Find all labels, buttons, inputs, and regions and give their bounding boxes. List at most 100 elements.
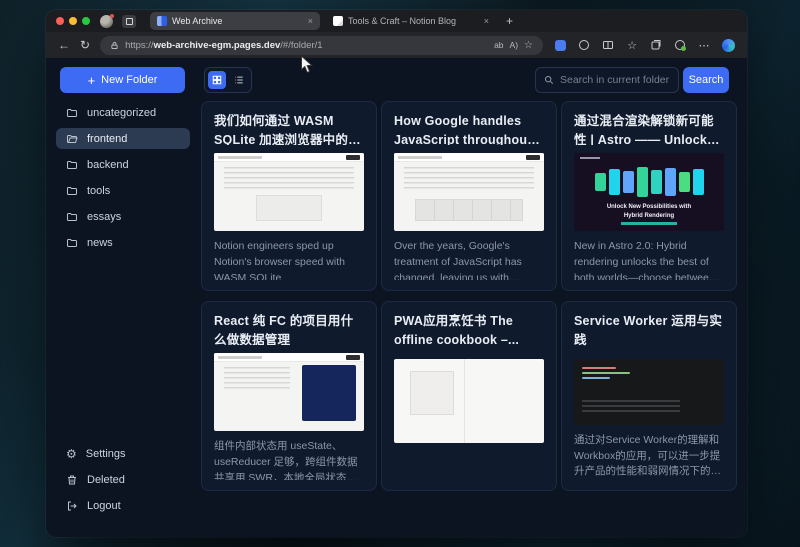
sidebar-item-tools[interactable]: tools — [56, 180, 190, 201]
card-thumbnail — [214, 153, 364, 231]
reload-icon[interactable]: ↻ — [80, 39, 90, 51]
lock-icon — [110, 41, 119, 50]
pinned-extension-icon[interactable] — [553, 38, 567, 52]
browser-toolbar: ← ↻ https://web-archive-egm.pages.dev/#/… — [46, 32, 747, 58]
article-card[interactable]: How Google handles JavaScript throughout… — [381, 101, 557, 291]
folder-label: tools — [87, 185, 110, 197]
back-icon[interactable]: ← — [58, 39, 70, 51]
card-title: React 纯 FC 的项目用什么做数据管理 — [214, 312, 364, 345]
url-text: https://web-archive-egm.pages.dev/#/fold… — [125, 40, 488, 51]
folder-label: backend — [87, 159, 129, 171]
card-description: New in Astro 2.0: Hybrid rendering unloc… — [574, 239, 724, 280]
close-window-button[interactable] — [56, 17, 64, 25]
card-thumbnail — [394, 359, 544, 443]
article-card[interactable]: React 纯 FC 的项目用什么做数据管理 组件内部状态用 useState、… — [201, 301, 377, 491]
close-tab-icon[interactable]: × — [308, 17, 313, 26]
sidebar-item-frontend[interactable]: frontend — [56, 128, 190, 149]
new-folder-button[interactable]: + New Folder — [60, 67, 185, 93]
favorites-icon[interactable]: ☆ — [625, 38, 639, 52]
collections-icon[interactable] — [649, 38, 663, 52]
search-input[interactable] — [560, 74, 670, 86]
add-favorite-icon[interactable]: ☆ — [524, 40, 533, 51]
card-description: 通过对Service Worker的理解和Workbox的应用，可以进一步提升产… — [574, 433, 724, 480]
list-icon — [234, 75, 244, 85]
card-thumbnail — [394, 153, 544, 231]
profile-avatar[interactable] — [100, 15, 113, 28]
list-view-button[interactable] — [230, 71, 248, 89]
browser-essentials-icon[interactable] — [673, 38, 687, 52]
article-card[interactable]: Service Worker 运用与实践 通过对Service Worker的理… — [561, 301, 737, 491]
new-folder-label: New Folder — [101, 74, 157, 86]
web-archive-app: + New Folder Search — [46, 58, 747, 537]
article-card[interactable]: 通过混合渲染解锁新可能性 | Astro —— Unlock New... — [561, 101, 737, 291]
plus-icon: + — [88, 74, 96, 87]
traffic-lights — [56, 17, 90, 25]
card-title: 通过混合渲染解锁新可能性 | Astro —— Unlock New... — [574, 112, 724, 145]
card-thumbnail — [214, 353, 364, 431]
tab-title: Web Archive — [172, 16, 303, 26]
card-grid: 我们如何通过 WASM SQLite 加速浏览器中的 Notion ——... … — [196, 100, 747, 537]
grid-icon — [212, 75, 222, 85]
footer-label: Logout — [87, 500, 121, 512]
folder-icon — [66, 185, 78, 197]
search-box — [535, 67, 679, 93]
logout-icon — [66, 500, 78, 512]
card-thumbnail: Unlock New Possibilities with Hybrid Ren… — [574, 153, 724, 231]
folder-list: uncategorized frontend backend tools — [56, 102, 190, 258]
sidebar-item-uncategorized[interactable]: uncategorized — [56, 102, 190, 123]
url-path: /#/folder/1 — [280, 40, 322, 51]
workspaces-icon[interactable] — [122, 15, 136, 28]
thumbnail-caption: Unlock New Possibilities with Hybrid Ren… — [604, 203, 694, 220]
folder-icon — [66, 107, 78, 119]
address-bar[interactable]: https://web-archive-egm.pages.dev/#/fold… — [100, 36, 543, 55]
translate-icon[interactable]: ab — [494, 40, 503, 50]
card-title: PWA应用烹饪书 The offline cookbook –... — [394, 312, 544, 351]
browser-window: Web Archive × Tools & Craft – Notion Blo… — [46, 10, 747, 537]
tab-web-archive[interactable]: Web Archive × — [150, 12, 320, 30]
folder-label: news — [87, 237, 113, 249]
open-folder-icon — [66, 133, 78, 145]
close-tab-icon[interactable]: × — [484, 17, 489, 26]
card-title: 我们如何通过 WASM SQLite 加速浏览器中的 Notion ——... — [214, 112, 364, 145]
search-icon — [544, 75, 554, 85]
gear-icon: ⚙ — [66, 448, 77, 460]
card-title: Service Worker 运用与实践 — [574, 312, 724, 351]
view-toggle-group — [204, 67, 252, 93]
url-scheme: https:// — [125, 40, 154, 51]
new-tab-button[interactable]: + — [502, 14, 517, 28]
card-title: How Google handles JavaScript throughout… — [394, 112, 544, 145]
search-button[interactable]: Search — [683, 67, 729, 93]
folder-label: essays — [87, 211, 121, 223]
trash-icon — [66, 474, 78, 486]
url-domain: web-archive-egm.pages.dev — [154, 40, 281, 51]
grid-view-button[interactable] — [208, 71, 226, 89]
folder-icon — [66, 159, 78, 171]
copilot-icon[interactable] — [721, 38, 735, 52]
app-header: + New Folder Search — [46, 58, 747, 100]
performance-icon[interactable] — [577, 38, 591, 52]
thumbnail-link-bar — [621, 222, 677, 225]
footer-label: Deleted — [87, 474, 125, 486]
zoom-window-button[interactable] — [82, 17, 90, 25]
folder-icon — [66, 211, 78, 223]
tab-notion-blog[interactable]: Tools & Craft – Notion Blog × — [326, 12, 496, 30]
sidebar-item-deleted[interactable]: Deleted — [56, 469, 190, 490]
read-aloud-icon[interactable]: A) — [510, 40, 519, 50]
sidebar-item-news[interactable]: news — [56, 232, 190, 253]
folder-label: uncategorized — [87, 107, 156, 119]
minimize-window-button[interactable] — [69, 17, 77, 25]
folder-icon — [66, 237, 78, 249]
sidebar-footer: ⚙ Settings Deleted Logout — [56, 443, 190, 521]
sidebar-item-logout[interactable]: Logout — [56, 495, 190, 516]
article-card[interactable]: PWA应用烹饪书 The offline cookbook –... — [381, 301, 557, 491]
sidebar-item-settings[interactable]: ⚙ Settings — [56, 443, 190, 464]
sidebar-item-essays[interactable]: essays — [56, 206, 190, 227]
notion-favicon — [333, 16, 343, 26]
split-screen-icon[interactable] — [601, 38, 615, 52]
sidebar-item-backend[interactable]: backend — [56, 154, 190, 175]
article-card[interactable]: 我们如何通过 WASM SQLite 加速浏览器中的 Notion ——... … — [201, 101, 377, 291]
folder-label: frontend — [87, 133, 127, 145]
more-options-icon[interactable]: ⋯ — [697, 38, 711, 52]
browser-tab-bar: Web Archive × Tools & Craft – Notion Blo… — [46, 10, 747, 32]
web-archive-favicon — [157, 16, 167, 26]
